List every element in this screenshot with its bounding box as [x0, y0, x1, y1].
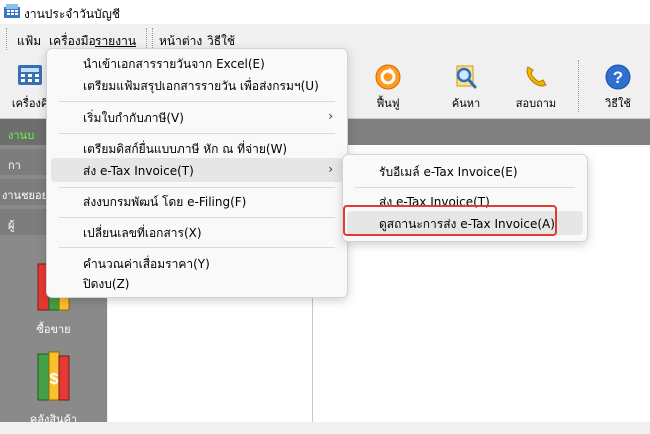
menu-item-close-accounts[interactable]: ปิดงบ(Z): [51, 273, 343, 293]
menu-separator: [59, 217, 335, 218]
menu-item-label: เตรียมแฟ้มสรุปเอกสารรายวัน เพื่อส่งกรมฯ(…: [83, 79, 319, 93]
menubar-grip: [6, 28, 9, 50]
chevron-right-icon: ›: [328, 162, 333, 176]
search-icon: [456, 65, 477, 89]
menu-separator: [355, 187, 575, 188]
restore-button[interactable]: ฟื้นฟู: [358, 58, 418, 114]
menu-separator: [59, 247, 335, 248]
highlight-box: [343, 205, 557, 236]
chevron-right-icon: ›: [328, 109, 333, 123]
inventory-icon: $: [37, 351, 70, 401]
menu-item-efiling[interactable]: ส่งงบกรมพัฒน์ โดย e-Filing(F): [51, 189, 343, 213]
help-icon: ?: [605, 64, 631, 90]
menu-item-prepare-summary[interactable]: เตรียมแฟ้มสรุปเอกสารรายวัน เพื่อส่งกรมฯ(…: [51, 73, 343, 97]
menubar-grip-2: [146, 28, 149, 50]
calculator-icon: [18, 65, 42, 85]
search-label: ค้นหา: [451, 97, 481, 110]
menu-item-label: ส่ง e-Tax Invoice(T): [83, 164, 194, 178]
menu-item-label: ส่งงบกรมพัฒน์ โดย e-Filing(F): [83, 195, 247, 209]
menu-item-send-etax[interactable]: ส่ง e-Tax Invoice(T) ›: [51, 158, 343, 182]
menu-separator: [59, 133, 335, 134]
sidebar-header-label: ผู้: [8, 219, 15, 232]
menu-item-label: เริ่มใบกำกับภาษี(V): [83, 111, 184, 125]
window-title: งานประจำวันบัญชี: [24, 7, 121, 21]
menu-separator: [59, 187, 335, 188]
menu-item-start-tax-invoice[interactable]: เริ่มใบกำกับภาษี(V) ›: [51, 105, 343, 129]
menu-item-label: คำนวณค่าเสื่อมราคา(Y): [83, 257, 210, 271]
restore-label: ฟื้นฟู: [376, 97, 400, 110]
menu-item-label: รับอีเมล์ e-Tax Invoice(E): [379, 165, 518, 179]
title-bar: งานประจำวันบัญชี: [0, 0, 650, 24]
submenu-item-receive-email[interactable]: รับอีเมล์ e-Tax Invoice(E): [347, 159, 583, 183]
inquiry-button[interactable]: สอบถาม: [506, 58, 566, 114]
app-icon: [4, 4, 20, 18]
menu-item-withholding-disk[interactable]: เตรียมดิสก์ยื่นแบบภาษี หัก ณ ที่จ่าย(W): [51, 136, 343, 160]
sidebar-tile-inventory[interactable]: $ คลังสินค้า: [0, 344, 107, 434]
sidebar-header-label: งานบ: [8, 129, 35, 142]
menu-item-depreciation[interactable]: คำนวณค่าเสื่อมราคา(Y): [51, 251, 343, 275]
menu-item-label: ปิดงบ(Z): [83, 277, 130, 291]
sidebar-tile-label: ซื้อขาย: [36, 323, 71, 336]
sidebar-header-label: กา: [8, 159, 21, 172]
menu-item-change-doc-number[interactable]: เปลี่ยนเลขที่เอกสาร(X): [51, 220, 343, 244]
menu-item-label: เตรียมดิสก์ยื่นแบบภาษี หัก ณ ที่จ่าย(W): [83, 142, 288, 156]
toolbar-separator: [578, 60, 579, 112]
restore-icon: [375, 64, 401, 90]
help-label: วิธีใช้: [605, 97, 631, 110]
svg-text:?: ?: [613, 68, 623, 87]
menu-item-import-excel[interactable]: นำเข้าเอกสารรายวันจาก Excel(E): [51, 51, 343, 75]
help-button[interactable]: ? วิธีใช้: [588, 58, 648, 114]
inquiry-label: สอบถาม: [515, 97, 557, 110]
menu-item-label: เปลี่ยนเลขที่เอกสาร(X): [83, 226, 202, 240]
menu-separator: [59, 101, 335, 102]
menu-file[interactable]: แฟ้ม: [17, 32, 41, 51]
svg-text:$: $: [50, 371, 59, 388]
menu-item-label: นำเข้าเอกสารรายวันจาก Excel(E): [83, 57, 265, 71]
menubar-grip-3: [152, 28, 155, 50]
phone-icon: [526, 66, 547, 87]
sidebar-header-label: งานชยอย: [2, 189, 49, 202]
sidebar-tile-label: คลังสินค้า: [29, 413, 78, 426]
file-menu-dropdown: นำเข้าเอกสารรายวันจาก Excel(E) เตรียมแฟ้…: [46, 48, 348, 298]
search-button[interactable]: ค้นหา: [436, 58, 496, 114]
